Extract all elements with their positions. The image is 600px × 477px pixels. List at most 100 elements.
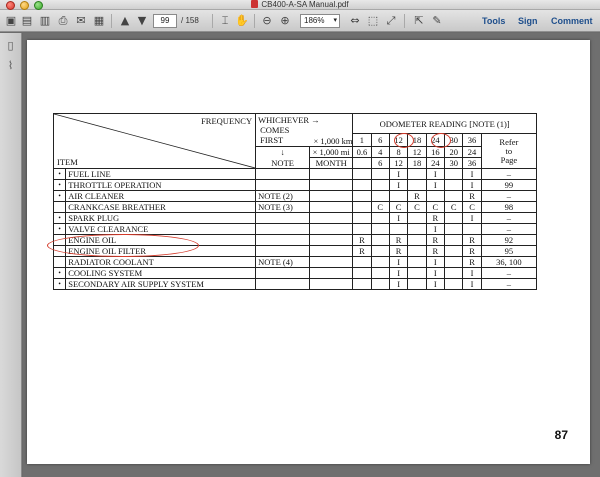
toolbar-separator (111, 14, 112, 28)
mi-value: 20 (444, 146, 464, 158)
pages-panel-icon[interactable]: ▯ (4, 39, 17, 52)
window-title: CB400-A-SA Manual.pdf (261, 0, 349, 9)
row-interval-cell (352, 267, 372, 279)
row-interval-cell: C (370, 201, 390, 213)
tools-link[interactable]: Tools (482, 14, 505, 28)
document-area[interactable]: FREQUENCY ITEM WHICHEVER → COMES FIRST O… (23, 33, 600, 477)
mi-value: 16 (425, 146, 446, 158)
email-icon[interactable]: ✉ (74, 14, 88, 28)
row-interval-cell (370, 179, 390, 191)
chevron-down-icon: ▾ (333, 17, 337, 24)
row-interval-cell (407, 278, 427, 290)
table-row: • COOLING SYSTEM I I I – (52, 267, 538, 279)
create-pdf-icon[interactable]: ▣ (4, 14, 18, 28)
row-bullet: • (52, 168, 67, 180)
row-interval-cell: R (407, 190, 427, 202)
fullscreen-icon[interactable]: ⤢ (384, 14, 398, 28)
row-interval-cell: C (444, 201, 464, 213)
zoom-in-icon[interactable]: ⊕ (278, 14, 292, 28)
zoom-level-value: 186% (304, 16, 325, 25)
row-bullet: • (52, 212, 67, 224)
zoom-level-select[interactable]: 186% ▾ (300, 14, 340, 28)
share-icon[interactable]: ⇱ (412, 14, 426, 28)
refer-to-page-header: Refer to Page (480, 133, 538, 169)
row-refer-page: – (480, 212, 538, 224)
mi-value: 8 (388, 146, 409, 158)
save-icon[interactable]: ▥ (38, 14, 52, 28)
fit-page-icon[interactable]: ⬚ (366, 14, 380, 28)
row-interval-cell (444, 212, 464, 224)
table-row: • SPARK PLUG I R I – (52, 212, 538, 224)
row-interval-cell (444, 256, 464, 268)
zoom-out-icon[interactable]: ⊖ (260, 14, 274, 28)
mi-value: 12 (407, 146, 427, 158)
row-interval-cell: I (462, 212, 482, 224)
row-interval-cell (407, 212, 427, 224)
page-number: 87 (554, 428, 568, 442)
attachments-paperclip-icon[interactable]: ⌇ (4, 59, 17, 72)
row-interval-cell: R (388, 234, 409, 246)
row-interval-cell (407, 256, 427, 268)
comment-link[interactable]: Comment (551, 14, 593, 28)
annotation-circle-24 (431, 133, 451, 148)
select-tool-icon[interactable]: ⌶ (218, 14, 232, 28)
row-month-blank (309, 234, 354, 246)
table-row: • FUEL LINE I I I – (52, 168, 538, 180)
previous-page-icon[interactable]: ▲ (118, 14, 132, 28)
row-interval-cell: R (462, 234, 482, 246)
row-interval-cell: C (425, 201, 446, 213)
row-month-blank (309, 267, 354, 279)
row-interval-cell (407, 245, 427, 257)
row-interval-cell (444, 168, 464, 180)
row-interval-cell: I (388, 212, 409, 224)
km-value: 36 (462, 133, 482, 147)
table-row: • AIR CLEANER NOTE (2) R R – (52, 190, 538, 202)
row-interval-cell (444, 278, 464, 290)
pdf-viewer-window: CB400-A-SA Manual.pdf ▣ ▤ ▥ ⎙ ✉ ▦ ▲ ▼ 99… (0, 0, 600, 477)
row-refer-page: 98 (480, 201, 538, 213)
table-row: RADIATOR COOLANT NOTE (4) I I R 36, 100 (52, 256, 538, 268)
mi-value: 24 (462, 146, 482, 158)
row-note: NOTE (2) (255, 190, 311, 202)
row-item-name: COOLING SYSTEM (65, 267, 257, 279)
row-note (255, 223, 311, 235)
row-interval-cell (407, 179, 427, 191)
next-page-icon[interactable]: ▼ (135, 14, 149, 28)
row-interval-cell: C (407, 201, 427, 213)
row-refer-page: 92 (480, 234, 538, 246)
row-interval-cell: I (388, 179, 409, 191)
fit-width-icon[interactable]: ⇔ (348, 14, 362, 28)
annotation-icon[interactable]: ✎ (430, 14, 444, 28)
row-interval-cell (388, 223, 409, 235)
item-header: ITEM (57, 157, 78, 167)
print-icon[interactable]: ⎙ (56, 14, 70, 28)
thumbnail-icon[interactable]: ▦ (92, 14, 106, 28)
sign-link[interactable]: Sign (518, 14, 538, 28)
row-interval-cell: I (462, 179, 482, 191)
row-interval-cell: R (425, 245, 446, 257)
row-interval-cell (407, 267, 427, 279)
row-refer-page: – (480, 278, 538, 290)
maintenance-schedule-table: FREQUENCY ITEM WHICHEVER → COMES FIRST O… (52, 113, 538, 290)
row-interval-cell (388, 190, 409, 202)
row-month-blank (309, 179, 354, 191)
row-refer-page: – (480, 223, 538, 235)
row-interval-cell (352, 278, 372, 290)
note-header: NOTE (255, 157, 311, 169)
odometer-header: ODOMETER READING [NOTE (1)] (352, 113, 537, 134)
row-item-name: THROTTLE OPERATION (65, 179, 257, 191)
hand-tool-icon[interactable]: ✋ (235, 14, 249, 28)
month-value: 36 (462, 157, 482, 169)
page-number-input[interactable]: 99 (153, 14, 177, 28)
down-arrow: ↓ (255, 146, 311, 158)
km-value: 6 (370, 133, 390, 147)
row-item-name: SECONDARY AIR SUPPLY SYSTEM (65, 278, 257, 290)
row-bullet: • (52, 267, 67, 279)
row-interval-cell (370, 278, 390, 290)
row-interval-cell (370, 256, 390, 268)
row-interval-cell (444, 234, 464, 246)
open-file-icon[interactable]: ▤ (20, 14, 34, 28)
row-interval-cell (352, 168, 372, 180)
row-interval-cell: R (462, 190, 482, 202)
annotation-circle-12 (394, 133, 414, 148)
